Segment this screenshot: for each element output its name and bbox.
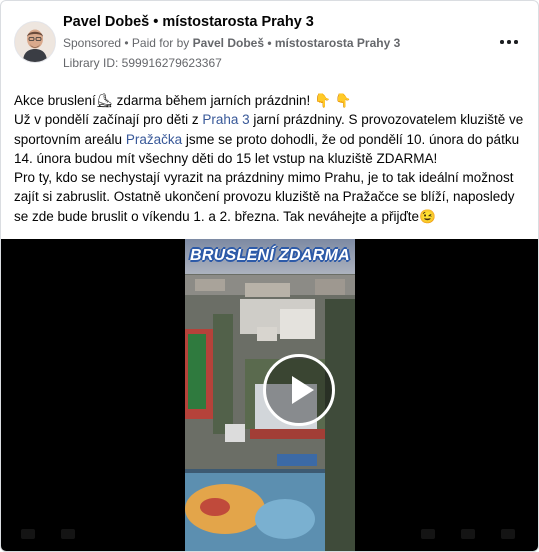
post-text-line1: Akce bruslení⛸ zdarma během jarních práz… — [14, 93, 352, 108]
ad-card: Pavel Dobeš • místostarosta Prahy 3 Spon… — [0, 0, 539, 552]
author-avatar[interactable] — [14, 21, 56, 63]
paid-for-name: Pavel Dobeš • místostarosta Prahy 3 — [192, 36, 401, 50]
video-title: BRUSLENÍ ZDARMA — [189, 247, 351, 264]
post-header: Pavel Dobeš • místostarosta Prahy 3 Spon… — [1, 1, 538, 81]
play-icon[interactable] — [263, 354, 335, 426]
volume-icon[interactable] — [61, 529, 75, 539]
fullscreen-icon[interactable] — [501, 529, 515, 539]
sponsored-line: Sponsored • Paid for by Pavel Dobeš • mí… — [63, 36, 400, 50]
video-controls — [1, 517, 538, 551]
link-prazacka[interactable]: Pražačka — [126, 132, 182, 147]
video-player[interactable]: BRUSLENÍ ZDARMA — [1, 239, 538, 551]
post-text-paragraph2: Už v pondělí začínají pro děti z Praha 3… — [14, 112, 524, 166]
paid-for-prefix: • Paid for by — [124, 36, 190, 50]
play-control-icon[interactable] — [21, 529, 35, 539]
pip-icon[interactable] — [461, 529, 475, 539]
more-options-icon[interactable] — [497, 31, 521, 51]
library-id: Library ID: 599916279623367 — [63, 56, 222, 70]
video-frame[interactable]: BRUSLENÍ ZDARMA — [185, 239, 355, 551]
settings-icon[interactable] — [421, 529, 435, 539]
link-praha3[interactable]: Praha 3 — [202, 112, 249, 127]
author-name[interactable]: Pavel Dobeš • místostarosta Prahy 3 — [63, 14, 314, 30]
post-text: Akce bruslení⛸ zdarma během jarních práz… — [14, 91, 529, 226]
sponsored-label: Sponsored — [63, 36, 122, 50]
post-text-paragraph3: Pro ty, kdo se nechystají vyrazit na prá… — [14, 170, 515, 224]
